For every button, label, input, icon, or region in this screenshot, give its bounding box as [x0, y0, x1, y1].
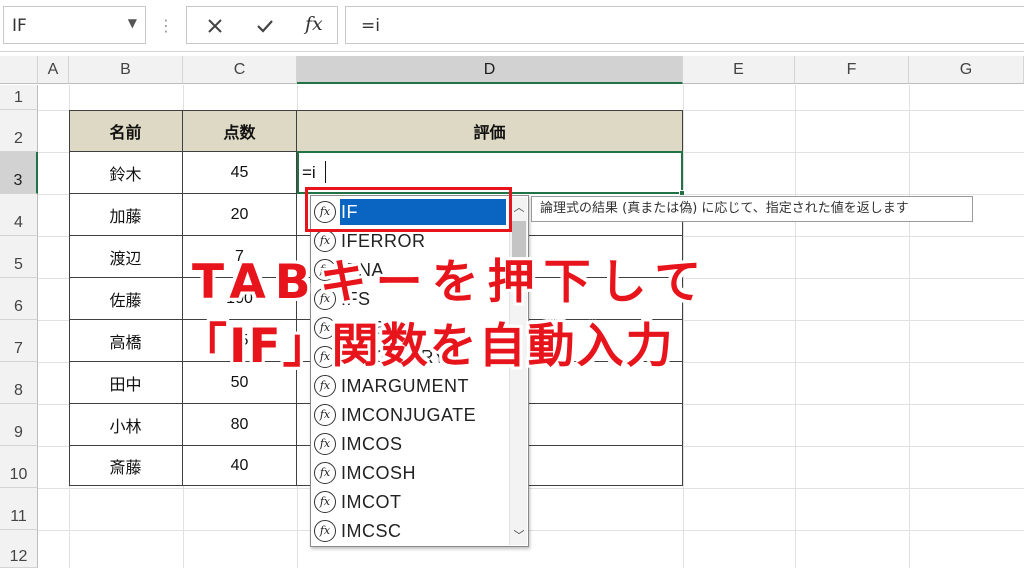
- autocomplete-label: IMCSC: [341, 520, 402, 541]
- row-header-11[interactable]: 11: [0, 488, 38, 530]
- autocomplete-item-imconjugate[interactable]: fx IMCONJUGATE: [313, 400, 509, 429]
- name-cell[interactable]: 斎藤: [69, 446, 183, 486]
- annotation-line-1: TABキーを押下して: [192, 255, 711, 310]
- autocomplete-label: IMCOT: [341, 491, 402, 512]
- autocomplete-item-imcos[interactable]: fx IMCOS: [313, 429, 509, 458]
- name-cell[interactable]: 渡辺: [69, 236, 183, 278]
- function-icon: fx: [314, 432, 336, 455]
- autocomplete-label: IMCONJUGATE: [341, 404, 477, 425]
- row-header-12[interactable]: 12: [0, 530, 38, 568]
- autocomplete-label: IMCOS: [341, 433, 403, 454]
- formula-value: =i: [361, 16, 380, 36]
- header-cell-name[interactable]: 名前: [69, 110, 183, 152]
- annotation-line-2: 「IF」関数を自動入力: [180, 319, 675, 374]
- function-tooltip: 論理式の結果 (真または偽) に応じて、指定された値を返します: [531, 196, 973, 222]
- select-all-corner[interactable]: [0, 56, 38, 84]
- name-box[interactable]: IF ▼: [3, 6, 146, 44]
- autocomplete-label: IMCOSH: [341, 462, 416, 483]
- gridline: [38, 488, 1024, 489]
- name-cell[interactable]: 田中: [69, 362, 183, 404]
- function-icon: fx: [314, 374, 336, 397]
- gridline: [38, 530, 1024, 531]
- header-cell-rating[interactable]: 評価: [297, 110, 683, 152]
- score-cell[interactable]: 80: [183, 404, 297, 446]
- gridline: [683, 85, 684, 568]
- function-icon: fx: [314, 403, 336, 426]
- autocomplete-item-imcsc[interactable]: fx IMCSC: [313, 516, 509, 545]
- scroll-down-icon[interactable]: ﹀: [511, 527, 527, 543]
- drag-handle-icon[interactable]: ⋮: [158, 14, 174, 38]
- row-header-5[interactable]: 5: [0, 236, 38, 278]
- name-cell[interactable]: 加藤: [69, 194, 183, 236]
- name-cell[interactable]: 鈴木: [69, 152, 183, 194]
- row-header-3[interactable]: 3: [0, 152, 38, 194]
- autocomplete-label: IMARGUMENT: [341, 375, 469, 396]
- name-box-value: IF: [12, 16, 27, 36]
- row-header-1[interactable]: 1: [0, 85, 38, 110]
- dropdown-arrow-icon[interactable]: ▼: [128, 16, 137, 30]
- column-header-e[interactable]: E: [683, 56, 795, 84]
- row-header-10[interactable]: 10: [0, 446, 38, 488]
- function-icon: fx: [314, 461, 336, 484]
- autocomplete-item-imcosh[interactable]: fx IMCOSH: [313, 458, 509, 487]
- gridline: [795, 85, 796, 568]
- function-icon: fx: [314, 519, 336, 542]
- row-header-6[interactable]: 6: [0, 278, 38, 320]
- name-cell[interactable]: 小林: [69, 404, 183, 446]
- formula-buttons: fx: [186, 6, 338, 44]
- row-header-8[interactable]: 8: [0, 362, 38, 404]
- column-header-b[interactable]: B: [69, 56, 183, 84]
- row-header-7[interactable]: 7: [0, 320, 38, 362]
- column-header-d[interactable]: D: [297, 56, 683, 84]
- score-cell[interactable]: 45: [183, 152, 297, 194]
- autocomplete-item-imcot[interactable]: fx IMCOT: [313, 487, 509, 516]
- function-icon: fx: [314, 490, 336, 513]
- score-cell[interactable]: 20: [183, 194, 297, 236]
- row-header-4[interactable]: 4: [0, 194, 38, 236]
- cancel-icon[interactable]: [205, 16, 225, 36]
- highlight-box: [305, 187, 512, 232]
- name-cell[interactable]: 佐藤: [69, 278, 183, 320]
- column-header-f[interactable]: F: [795, 56, 909, 84]
- name-cell[interactable]: 高橋: [69, 320, 183, 362]
- row-header-2[interactable]: 2: [0, 110, 38, 152]
- header-cell-score[interactable]: 点数: [183, 110, 297, 152]
- check-icon[interactable]: [255, 16, 275, 36]
- formula-input[interactable]: =i: [345, 6, 1024, 44]
- scroll-up-icon[interactable]: ︿: [511, 199, 527, 215]
- text-caret: [325, 161, 326, 183]
- row-header-9[interactable]: 9: [0, 404, 38, 446]
- score-cell[interactable]: 40: [183, 446, 297, 486]
- column-header-g[interactable]: G: [909, 56, 1024, 84]
- column-header-a[interactable]: A: [38, 56, 69, 84]
- formula-bar: IF ▼ ⋮ fx =i: [0, 0, 1024, 52]
- column-header-c[interactable]: C: [183, 56, 297, 84]
- active-cell-text: =i: [302, 163, 316, 182]
- gridline: [909, 85, 910, 568]
- insert-function-icon[interactable]: fx: [305, 13, 323, 35]
